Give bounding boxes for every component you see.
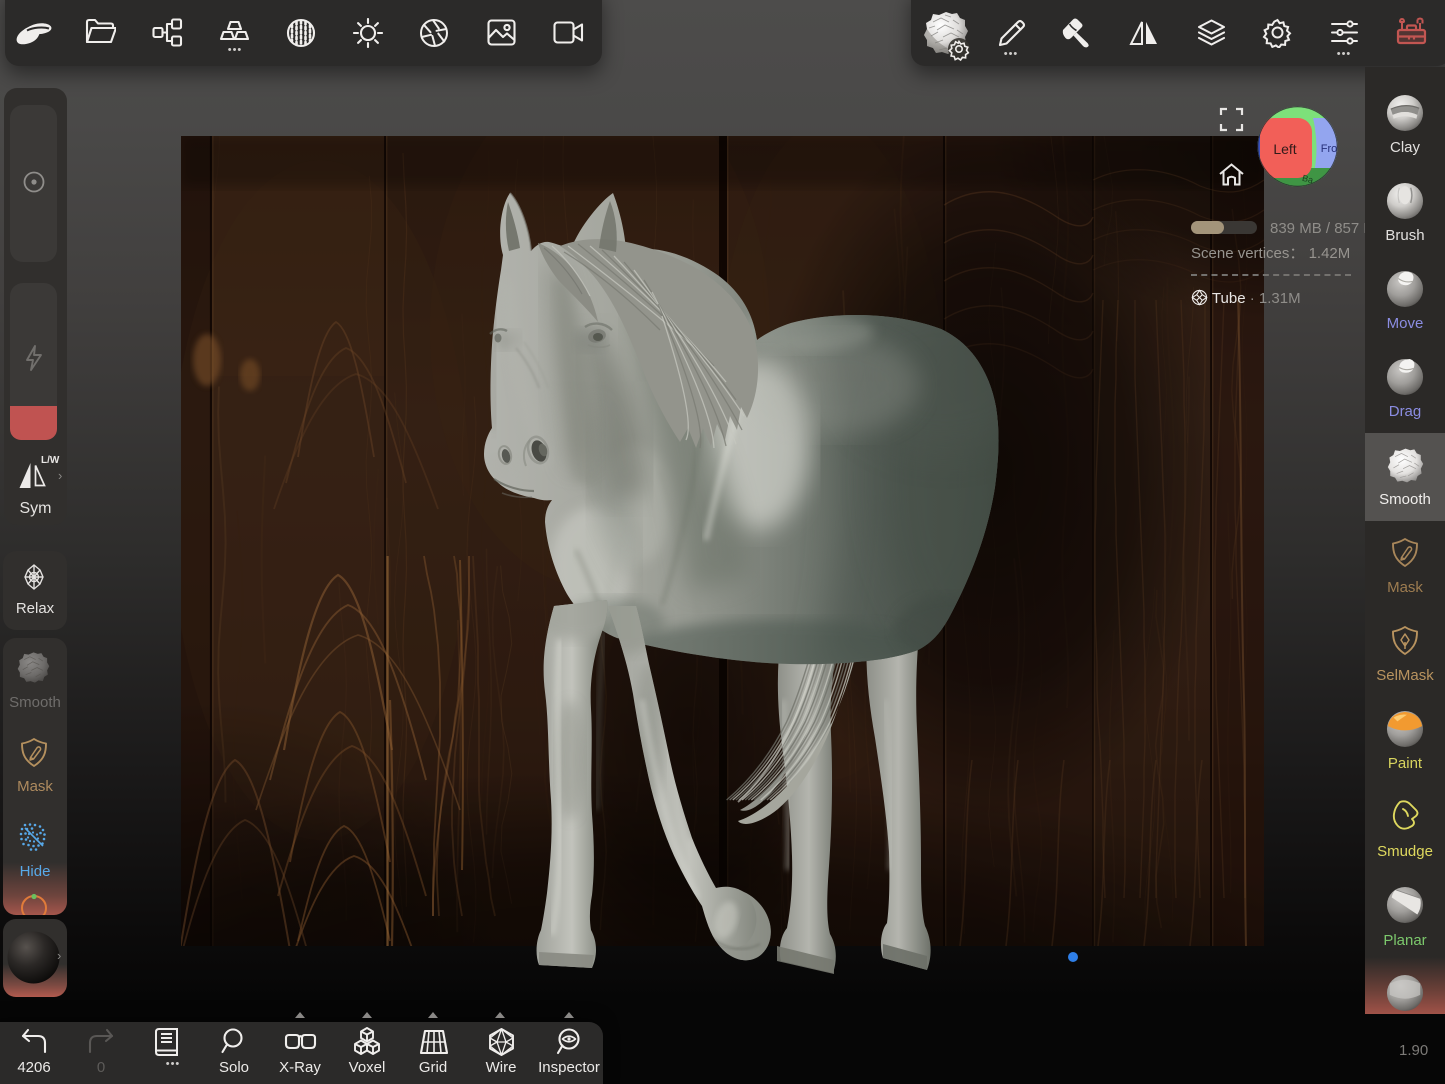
- svg-text:Fro: Fro: [1321, 143, 1338, 155]
- svg-text:Left: Left: [1273, 141, 1296, 157]
